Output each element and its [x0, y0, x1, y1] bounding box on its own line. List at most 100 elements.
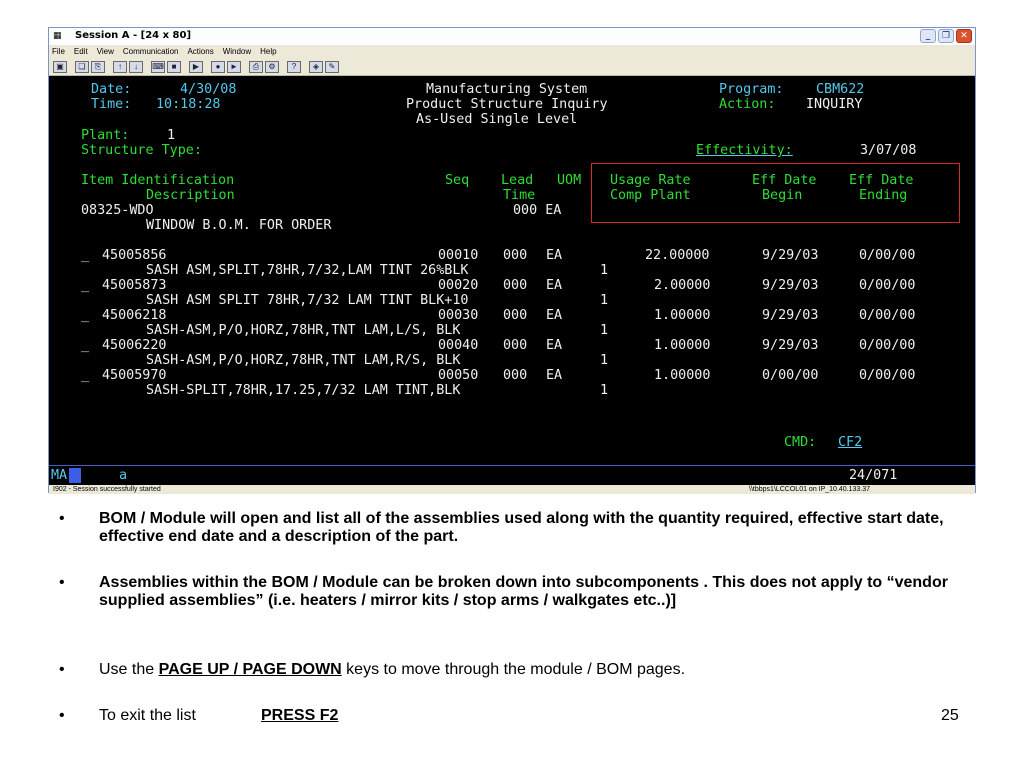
- row-seq: 00010: [438, 248, 479, 263]
- status-bar: I902 - Session successfully started \\tb…: [49, 485, 975, 494]
- help-icon[interactable]: ?: [287, 61, 301, 73]
- display-icon[interactable]: ▣: [53, 61, 67, 73]
- row-description: SASH ASM SPLIT 78HR,7/32 LAM TINT BLK+10: [146, 293, 469, 308]
- toolbar: ▣ ❏ ⎘ ↑ ↓ ⌨ ■ ▶ ● ► ⎙ ⚙ ? ◈ ✎: [49, 59, 975, 76]
- row-uom: EA: [546, 368, 563, 383]
- row-lead: 000: [503, 248, 528, 263]
- row-lead: 000: [503, 308, 528, 323]
- copy-icon[interactable]: ❏: [75, 61, 89, 73]
- bullet-text: To exit the list: [99, 707, 196, 724]
- row-select-field[interactable]: _: [81, 338, 89, 353]
- bullet-icon: •: [59, 510, 65, 527]
- row-item-number: 45005856: [102, 248, 167, 263]
- row-description: SASH-ASM,P/O,HORZ,78HR,TNT LAM,L/S, BLK: [146, 323, 461, 338]
- restore-icon[interactable]: ❐: [938, 29, 954, 43]
- row-begin-date: 9/29/03: [762, 248, 819, 263]
- menu-file[interactable]: File: [52, 45, 65, 58]
- row-uom: EA: [546, 278, 563, 293]
- parent-lead-uom: 000 EA: [513, 203, 562, 218]
- bullet-icon: •: [59, 574, 65, 591]
- row-select-field[interactable]: _: [81, 308, 89, 323]
- row-item-number: 45006218: [102, 308, 167, 323]
- row-item-number: 45005970: [102, 368, 167, 383]
- paste-icon[interactable]: ⎘: [91, 61, 105, 73]
- row-seq: 00050: [438, 368, 479, 383]
- minimize-icon[interactable]: _: [920, 29, 936, 43]
- menu-view[interactable]: View: [97, 45, 114, 58]
- row-seq: 00020: [438, 278, 479, 293]
- plant-label: Plant:: [81, 128, 130, 143]
- cmd-input[interactable]: CF2: [838, 435, 924, 450]
- menu-communication[interactable]: Communication: [123, 45, 179, 58]
- page-keys-label: PAGE UP / PAGE DOWN: [158, 661, 342, 678]
- bullet-text: BOM / Module will open and list all of t…: [99, 510, 944, 546]
- bullet-text-post: keys to move through the module / BOM pa…: [341, 661, 686, 678]
- action-label: Action:: [719, 97, 776, 112]
- row-lead: 000: [503, 368, 528, 383]
- press-f2-label: PRESS F2: [261, 707, 339, 724]
- program-label: Program:: [719, 82, 784, 97]
- row-description: SASH-ASM,P/O,HORZ,78HR,TNT LAM,R/S, BLK: [146, 353, 461, 368]
- row-end-date: 0/00/00: [859, 278, 916, 293]
- menu-help[interactable]: Help: [260, 45, 276, 58]
- program-value: CBM622: [816, 82, 865, 97]
- screen-icon[interactable]: ■: [167, 61, 181, 73]
- time-value: 10:18:28: [156, 97, 221, 112]
- row-usage-rate: 1.00000: [654, 368, 711, 383]
- record-icon[interactable]: ●: [211, 61, 225, 73]
- header-item-identification: Item Identification: [81, 173, 235, 188]
- terminal-session-icon: ▦: [53, 31, 62, 41]
- keyboard-icon[interactable]: ⌨: [151, 61, 165, 73]
- operator-info-area: MA a 24/071: [49, 465, 975, 486]
- row-select-field[interactable]: _: [81, 368, 89, 383]
- parent-item: 08325-WDO: [81, 203, 154, 218]
- oia-indicator: [69, 468, 81, 483]
- terminal-screen[interactable]: Date: 4/30/08 Manufacturing System Progr…: [49, 76, 975, 486]
- row-description: SASH-SPLIT,78HR,17.25,7/32 LAM TINT,BLK: [146, 383, 461, 398]
- row-comp-plant: 1: [600, 353, 609, 368]
- setup-icon[interactable]: ⚙: [265, 61, 279, 73]
- row-uom: EA: [546, 308, 563, 323]
- row-description: SASH ASM,SPLIT,78HR,7/32,LAM TINT 26%BLK: [146, 263, 469, 278]
- cursor-position: 24/071: [849, 468, 898, 483]
- menu-edit[interactable]: Edit: [74, 45, 88, 58]
- row-usage-rate: 1.00000: [654, 308, 711, 323]
- row-item-number: 45006220: [102, 338, 167, 353]
- row-begin-date: 0/00/00: [762, 368, 819, 383]
- bullet-text: Assemblies within the BOM / Module can b…: [99, 574, 948, 610]
- status-host: \\tbbps1\LCCOL01 on IP_10.40.133.37: [749, 486, 871, 493]
- oia-mode: MA: [51, 468, 68, 483]
- highlight-box: [591, 163, 960, 223]
- oia-session-letter: a: [119, 468, 128, 483]
- parent-description: WINDOW B.O.M. FOR ORDER: [146, 218, 332, 233]
- map-icon[interactable]: ◈: [309, 61, 323, 73]
- inquiry-subtitle: As-Used Single Level: [416, 112, 578, 127]
- menu-actions[interactable]: Actions: [187, 45, 213, 58]
- bullet-icon: •: [59, 661, 65, 678]
- row-end-date: 0/00/00: [859, 338, 916, 353]
- send-icon[interactable]: ↑: [113, 61, 127, 73]
- menu-window[interactable]: Window: [223, 45, 251, 58]
- date-label: Date:: [91, 82, 132, 97]
- row-begin-date: 9/29/03: [762, 308, 819, 323]
- row-begin-date: 9/29/03: [762, 338, 819, 353]
- row-item-number: 45005873: [102, 278, 167, 293]
- row-comp-plant: 1: [600, 263, 609, 278]
- macro-icon[interactable]: ▶: [189, 61, 203, 73]
- title-bar[interactable]: ▦ Session A - [24 x 80] _ ❐ ✕: [49, 28, 975, 45]
- row-select-field[interactable]: _: [81, 248, 89, 263]
- status-message: I902 - Session successfully started: [53, 486, 161, 493]
- bullet-icon: •: [59, 707, 65, 724]
- row-usage-rate: 1.00000: [654, 338, 711, 353]
- header-uom: UOM: [557, 173, 582, 188]
- row-select-field[interactable]: _: [81, 278, 89, 293]
- print-icon[interactable]: ⎙: [249, 61, 263, 73]
- receive-icon[interactable]: ↓: [129, 61, 143, 73]
- close-icon[interactable]: ✕: [956, 29, 972, 43]
- edit-icon[interactable]: ✎: [325, 61, 339, 73]
- action-value: INQUIRY: [806, 97, 863, 112]
- play-icon[interactable]: ►: [227, 61, 241, 73]
- row-begin-date: 9/29/03: [762, 278, 819, 293]
- row-end-date: 0/00/00: [859, 248, 916, 263]
- row-lead: 000: [503, 278, 528, 293]
